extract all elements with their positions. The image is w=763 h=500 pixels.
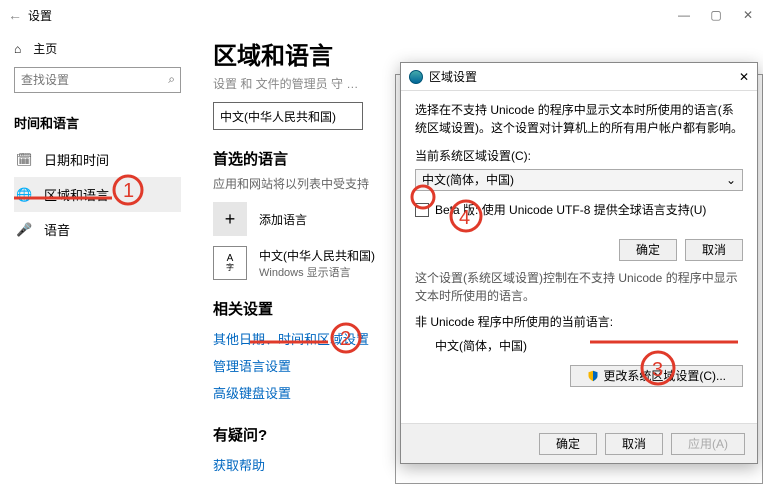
region-settings-dialog: 区域设置 ✕ 选择在不支持 Unicode 的程序中显示文本时所使用的语言(系统…	[400, 62, 758, 464]
sidebar-item-label: 日期和时间	[44, 150, 109, 169]
chevron-down-icon: ⌄	[726, 171, 736, 189]
plus-icon: +	[213, 202, 247, 236]
language-name: 中文(中华人民共和国)	[259, 247, 375, 264]
home-label: 主页	[33, 40, 57, 57]
change-system-locale-button[interactable]: 更改系统区域设置(C)...	[570, 365, 743, 387]
shield-icon	[587, 370, 599, 382]
inner-cancel-button[interactable]: 取消	[685, 239, 743, 261]
add-language-label: 添加语言	[259, 211, 307, 228]
region-select[interactable]: 中文(中华人民共和国)	[213, 102, 363, 130]
sidebar-item-date-time[interactable]: 🗓 日期和时间	[14, 142, 181, 177]
language-sub: Windows 显示语言	[259, 264, 375, 280]
sidebar-item-region-language[interactable]: 🌐 区域和语言	[14, 177, 181, 212]
locale-combobox[interactable]: 中文(简体，中国) ⌄	[415, 169, 743, 191]
change-system-locale-label: 更改系统区域设置(C)...	[603, 367, 726, 385]
minimize-button[interactable]: ―	[677, 8, 691, 22]
search-input[interactable]	[14, 67, 181, 93]
dialog-mid1: 这个设置(系统区域设置)控制在不支持 Unicode 的程序中显示文本时所使用的…	[415, 269, 743, 305]
calendar-icon: 🗓	[16, 152, 32, 168]
sidebar-item-label: 区域和语言	[44, 185, 109, 204]
dialog-mid2: 非 Unicode 程序中所使用的当前语言:	[415, 313, 743, 331]
back-icon[interactable]: ←	[8, 7, 22, 23]
utf8-beta-label: Beta 版: 使用 Unicode UTF-8 提供全球语言支持(U)	[435, 201, 706, 219]
window-title: 设置	[28, 7, 52, 24]
maximize-button[interactable]: ▢	[709, 8, 723, 22]
home-icon: ⌂	[14, 42, 21, 56]
locale-label: 当前系统区域设置(C):	[415, 147, 743, 165]
dialog-title: 区域设置	[429, 68, 477, 85]
inner-ok-button[interactable]: 确定	[619, 239, 677, 261]
make-windows-better: 让 Windows 变得更好	[213, 496, 745, 500]
dialog-ok-button[interactable]: 确定	[539, 433, 597, 455]
sidebar-item-label: 语音	[44, 220, 70, 239]
globe-icon	[409, 70, 423, 84]
close-button[interactable]: ✕	[741, 8, 755, 22]
dialog-close-button[interactable]: ✕	[739, 70, 749, 84]
dialog-apply-button: 应用(A)	[671, 433, 745, 455]
sidebar-group-title: 时间和语言	[14, 107, 181, 142]
dialog-mid-val: 中文(简体，中国)	[415, 331, 743, 365]
dialog-cancel-button[interactable]: 取消	[605, 433, 663, 455]
language-glyph-icon: A字	[213, 246, 247, 280]
search-icon: ⌕	[168, 72, 175, 87]
dialog-intro: 选择在不支持 Unicode 的程序中显示文本时所使用的语言(系统区域设置)。这…	[415, 101, 743, 137]
mic-icon: 🎤	[16, 222, 32, 238]
region-select-value: 中文(中华人民共和国)	[220, 108, 336, 125]
sidebar-item-speech[interactable]: 🎤 语音	[14, 212, 181, 247]
home-link[interactable]: ⌂ 主页	[14, 36, 181, 67]
globe-letter-icon: 🌐	[16, 187, 32, 203]
utf8-beta-checkbox[interactable]	[415, 203, 429, 217]
locale-value: 中文(简体，中国)	[422, 171, 514, 189]
